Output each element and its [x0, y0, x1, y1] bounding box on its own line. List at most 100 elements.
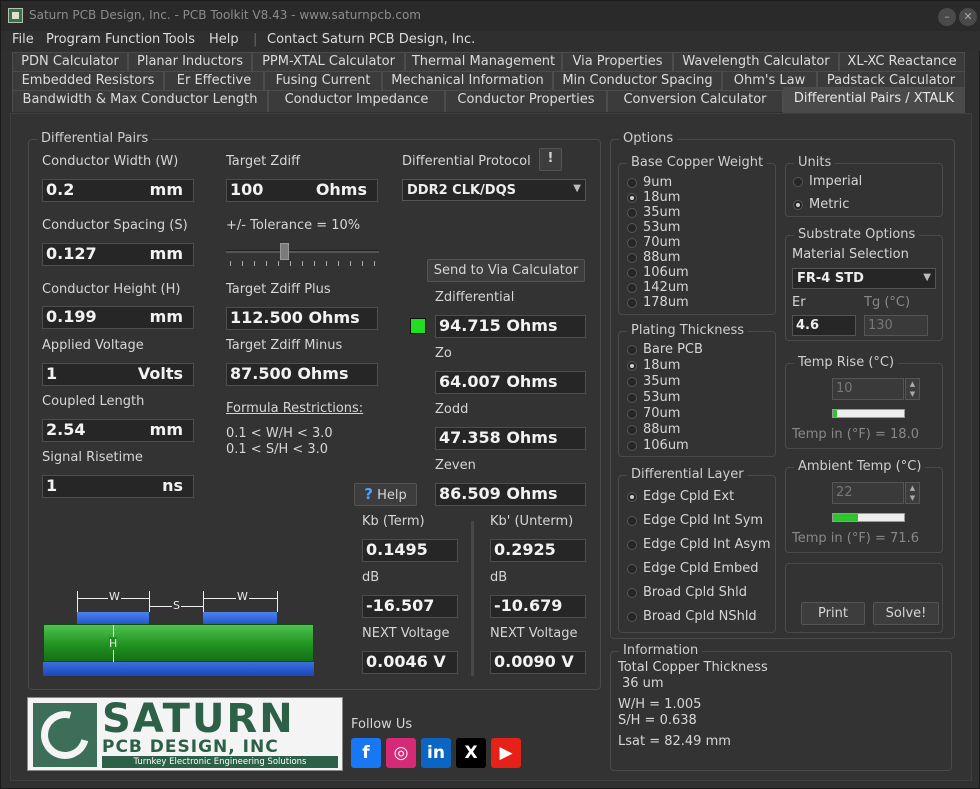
tab-er-effective[interactable]: Er Effective	[164, 71, 264, 90]
linkedin-icon[interactable]: in	[421, 738, 451, 768]
base-copper-radio[interactable]	[627, 298, 637, 308]
youtube-icon[interactable]: ▶	[491, 738, 521, 768]
plating-option[interactable]: 70um	[627, 406, 777, 422]
tolerance-slider-track[interactable]	[226, 250, 379, 253]
base-copper-radio[interactable]	[627, 253, 637, 263]
send-to-via-calculator-button[interactable]: Send to Via Calculator	[427, 259, 585, 282]
differential-layer-radio[interactable]	[627, 612, 637, 622]
conductor-width-input[interactable]: 0.2 mm	[42, 179, 194, 202]
tolerance-slider-thumb[interactable]	[280, 243, 290, 260]
instagram-icon[interactable]: ◎	[386, 738, 416, 768]
x-icon[interactable]: X	[456, 738, 486, 768]
tab-conductor-impedance[interactable]: Conductor Impedance	[268, 90, 445, 112]
solve-button[interactable]: Solve!	[873, 602, 939, 625]
tab-mechanical-information[interactable]: Mechanical Information	[382, 71, 553, 90]
facebook-icon[interactable]: f	[351, 738, 381, 768]
plating-radio[interactable]	[627, 361, 637, 371]
temp-rise-input[interactable]: 10	[832, 378, 904, 400]
tab-conductor-properties[interactable]: Conductor Properties	[445, 90, 607, 112]
differential-layer-radio[interactable]	[627, 588, 637, 598]
coupled-length-input[interactable]: 2.54 mm	[42, 419, 194, 442]
plating-option[interactable]: 88um	[627, 422, 777, 438]
tab-conversion-calculator[interactable]: Conversion Calculator	[607, 90, 783, 112]
protocol-alert-button[interactable]: !	[539, 148, 562, 171]
base-copper-option[interactable]: 18um	[627, 190, 777, 205]
plating-option[interactable]: Bare PCB	[627, 342, 777, 358]
plating-radio[interactable]	[627, 393, 637, 403]
differential-layer-option[interactable]: Edge Cpld Int Sym	[627, 513, 777, 537]
base-copper-option[interactable]: 88um	[627, 250, 777, 265]
base-copper-option[interactable]: 106um	[627, 265, 777, 280]
plating-option[interactable]: 35um	[627, 374, 777, 390]
tab-planar-inductors[interactable]: Planar Inductors	[128, 52, 252, 71]
base-copper-option[interactable]: 53um	[627, 220, 777, 235]
tab-xl-xc[interactable]: XL-XC Reactance	[839, 52, 965, 71]
target-zdiff-input[interactable]: 100 Ohms	[226, 179, 378, 202]
tab-min-conductor-spacing[interactable]: Min Conductor Spacing	[553, 71, 722, 90]
differential-layer-radio[interactable]	[627, 540, 637, 550]
tab-wavelength[interactable]: Wavelength Calculator	[673, 52, 839, 71]
menu-contact[interactable]: Contact Saturn PCB Design, Inc.	[267, 32, 475, 47]
base-copper-radio[interactable]	[627, 268, 637, 278]
base-copper-option[interactable]: 9um	[627, 175, 777, 190]
units-option[interactable]: Metric	[793, 197, 943, 220]
differential-layer-option[interactable]: Edge Cpld Int Asym	[627, 537, 777, 561]
differential-layer-option[interactable]: Broad Cpld Shld	[627, 585, 777, 609]
base-copper-option[interactable]: 35um	[627, 205, 777, 220]
plating-option[interactable]: 106um	[627, 438, 777, 454]
tab-via-properties[interactable]: Via Properties	[562, 52, 673, 71]
tab-bandwidth[interactable]: Bandwidth & Max Conductor Length	[12, 90, 268, 112]
differential-layer-option[interactable]: Edge Cpld Ext	[627, 489, 777, 513]
base-copper-radio[interactable]	[627, 178, 637, 188]
saturn-logo[interactable]: SATURN PCB DESIGN, INC Turnkey Electroni…	[27, 697, 343, 771]
er-input[interactable]: 4.6	[792, 315, 856, 336]
help-button[interactable]: ? Help	[354, 483, 417, 506]
plating-option[interactable]: 53um	[627, 390, 777, 406]
base-copper-radio[interactable]	[627, 193, 637, 203]
plating-radio[interactable]	[627, 345, 637, 355]
base-copper-radio[interactable]	[627, 223, 637, 233]
tab-embedded-resistors[interactable]: Embedded Resistors	[12, 71, 164, 90]
units-option[interactable]: Imperial	[793, 174, 943, 197]
menu-program-function[interactable]: Program Function	[46, 32, 160, 47]
plating-radio[interactable]	[627, 377, 637, 387]
print-button[interactable]: Print	[801, 602, 865, 625]
protocol-select[interactable]: DDR2 CLK/DQS ▼	[402, 179, 586, 201]
base-copper-option[interactable]: 142um	[627, 280, 777, 295]
material-select[interactable]: FR-4 STD ▼	[792, 268, 936, 289]
temp-rise-spinner[interactable]: ▲ ▼	[905, 378, 920, 400]
base-copper-radio[interactable]	[627, 208, 637, 218]
applied-voltage-input[interactable]: 1 Volts	[42, 363, 194, 386]
differential-layer-radio[interactable]	[627, 492, 637, 502]
base-copper-option[interactable]: 178um	[627, 295, 777, 310]
menu-file[interactable]: File	[12, 32, 34, 47]
plating-radio[interactable]	[627, 441, 637, 451]
tab-thermal-management[interactable]: Thermal Management	[405, 52, 562, 71]
close-icon[interactable]: ✕	[959, 8, 977, 26]
minimize-icon[interactable]: –	[938, 8, 956, 26]
differential-layer-radio[interactable]	[627, 564, 637, 574]
ambient-temp-input[interactable]: 22	[832, 482, 904, 504]
base-copper-radio[interactable]	[627, 238, 637, 248]
conductor-spacing-input[interactable]: 0.127 mm	[42, 243, 194, 266]
ambient-temp-spinner[interactable]: ▲ ▼	[905, 482, 920, 504]
tab-ppm-xtal[interactable]: PPM-XTAL Calculator	[252, 52, 405, 71]
units-radio[interactable]	[793, 200, 803, 210]
base-copper-radio[interactable]	[627, 283, 637, 293]
plating-option-label: 88um	[643, 422, 681, 437]
differential-layer-radio[interactable]	[627, 516, 637, 526]
tab-fusing-current[interactable]: Fusing Current	[264, 71, 382, 90]
tab-pdn-calculator[interactable]: PDN Calculator	[12, 52, 128, 71]
plating-option[interactable]: 18um	[627, 358, 777, 374]
plating-radio[interactable]	[627, 409, 637, 419]
tab-differential-pairs[interactable]: Differential Pairs / XTALK	[783, 87, 965, 113]
conductor-height-input[interactable]: 0.199 mm	[42, 306, 194, 329]
signal-risetime-input[interactable]: 1 ns	[42, 475, 194, 498]
differential-layer-option[interactable]: Broad Cpld NShld	[627, 609, 777, 633]
base-copper-option[interactable]: 70um	[627, 235, 777, 250]
menu-tools[interactable]: Tools	[163, 32, 195, 47]
differential-layer-option[interactable]: Edge Cpld Embed	[627, 561, 777, 585]
plating-radio[interactable]	[627, 425, 637, 435]
units-radio[interactable]	[793, 177, 803, 187]
menu-help[interactable]: Help	[209, 32, 239, 47]
